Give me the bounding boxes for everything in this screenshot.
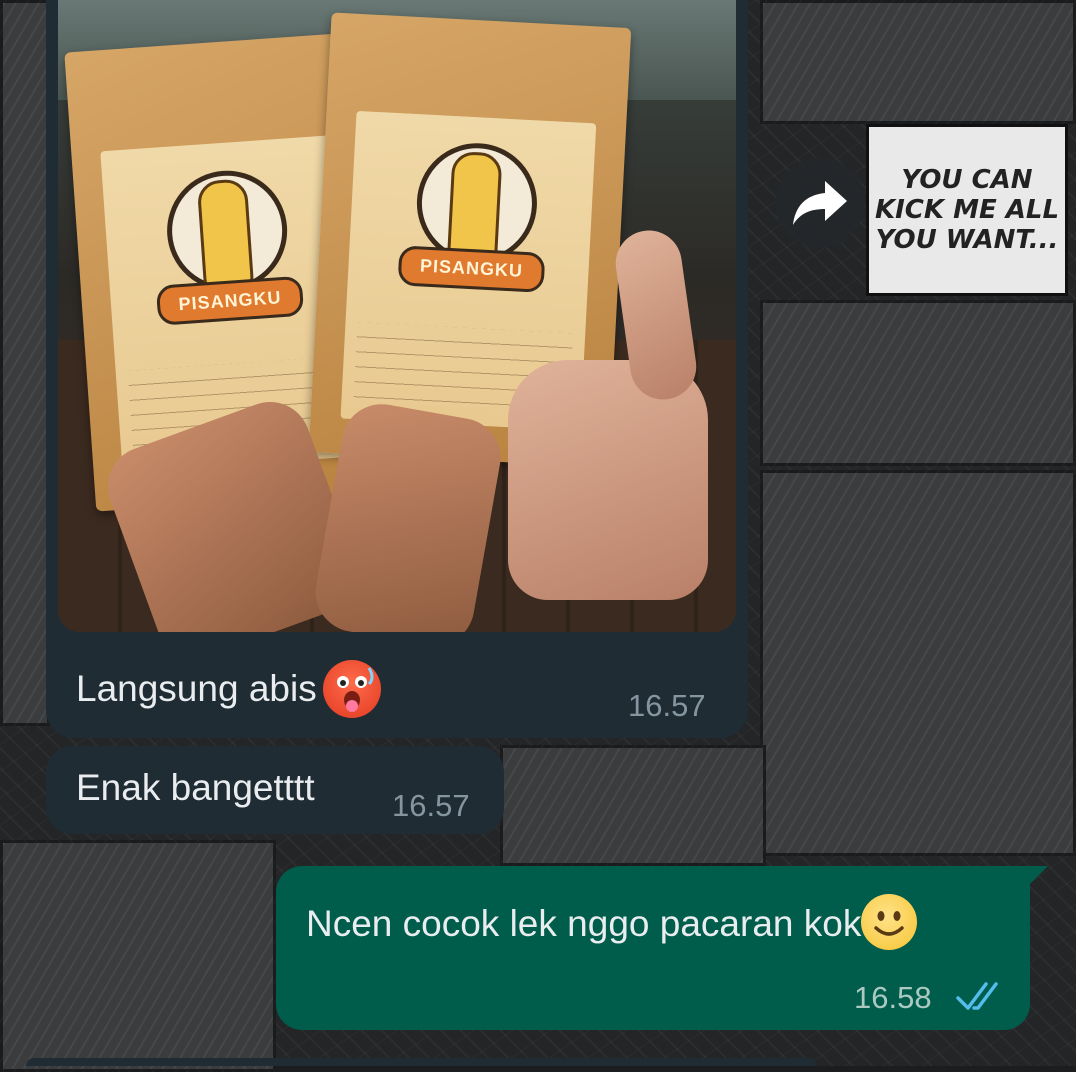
message-timestamp: 16.58 xyxy=(854,980,932,1015)
double-check-icon xyxy=(956,982,998,1010)
message-bubble-incoming-text[interactable]: Enak bangetttt 16.57 xyxy=(46,746,504,834)
wallpaper-manga-caption: YOU CAN KICK ME ALL YOU WANT... xyxy=(866,124,1068,296)
wallpaper-panel xyxy=(760,470,1076,856)
message-bubble-outgoing-text[interactable]: Ncen cocok lek nggo pacaran kok 16.58 xyxy=(276,866,1048,1030)
message-text: Ncen cocok lek nggo pacaran kok xyxy=(306,894,918,954)
next-message-bubble-edge xyxy=(26,1058,816,1066)
hot-face-emoji xyxy=(322,660,381,718)
message-timestamp: 16.57 xyxy=(392,788,470,823)
wallpaper-panel xyxy=(0,840,276,1072)
forward-arrow-icon xyxy=(793,181,847,225)
message-bubble-incoming-photo[interactable]: PISANGKU PISANGKU Langsung abis 16.57 xyxy=(46,0,748,738)
manga-caption-text: YOU CAN KICK ME ALL YOU WANT... xyxy=(874,165,1060,255)
pouch-brand-label: PISANGKU xyxy=(397,245,546,293)
wallpaper-panel xyxy=(760,0,1076,124)
smiling-face-emoji xyxy=(861,894,918,950)
photo-caption: Langsung abis xyxy=(76,660,381,720)
message-photo[interactable]: PISANGKU PISANGKU xyxy=(58,0,736,632)
message-text: Enak bangetttt xyxy=(76,767,315,808)
wallpaper-panel xyxy=(760,300,1076,466)
wallpaper-panel xyxy=(500,745,766,866)
message-timestamp: 16.57 xyxy=(628,688,706,723)
wallpaper-panel xyxy=(0,0,50,726)
forward-button[interactable] xyxy=(775,158,865,248)
